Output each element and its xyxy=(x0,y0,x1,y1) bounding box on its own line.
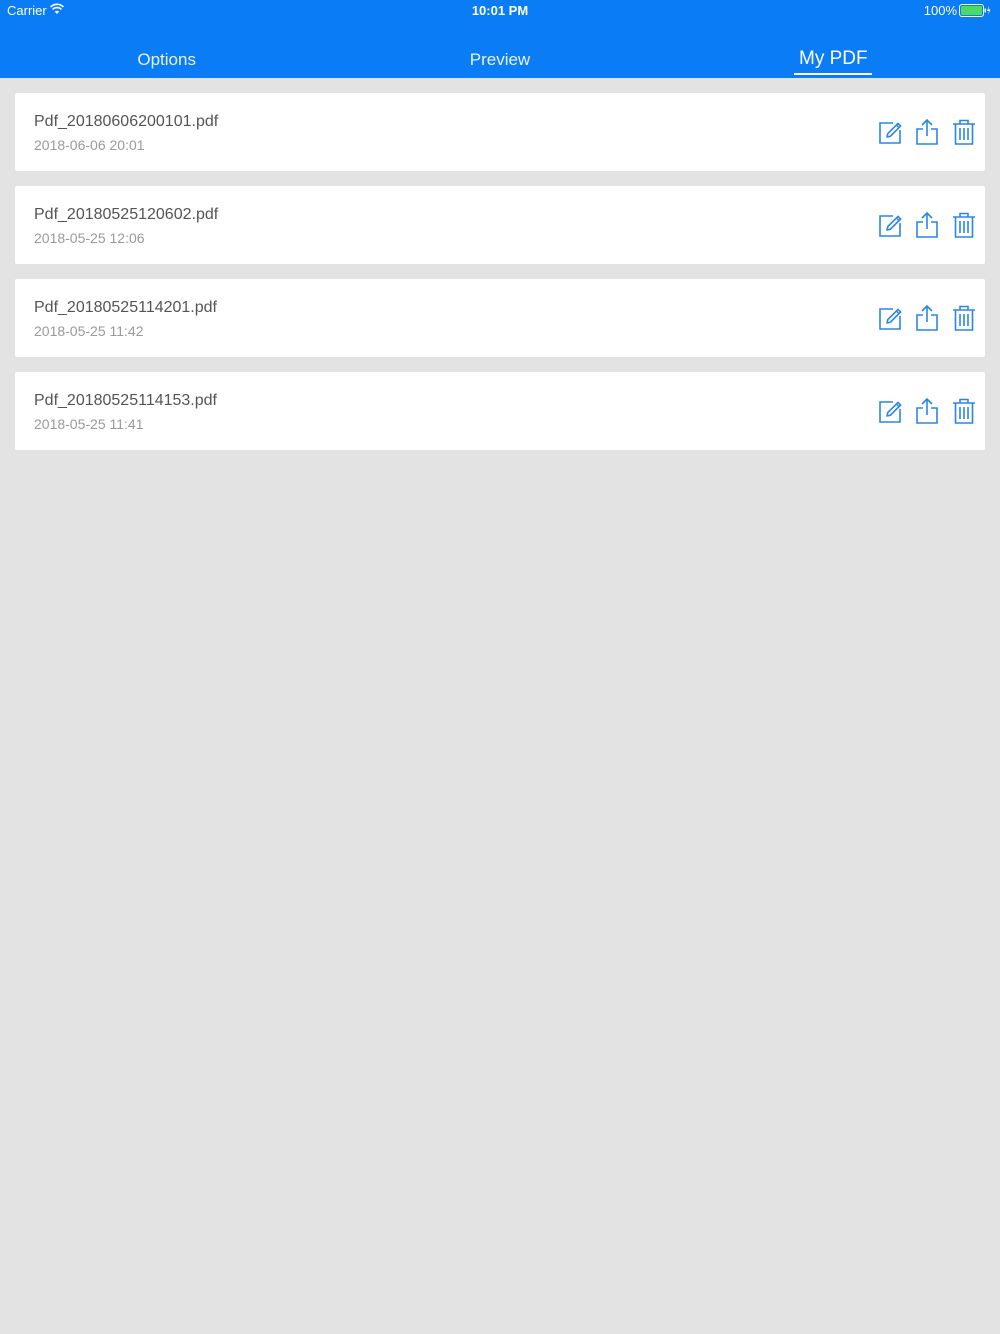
file-date: 2018-05-25 11:41 xyxy=(34,416,144,432)
file-actions xyxy=(877,303,977,333)
file-actions xyxy=(877,396,977,426)
edit-icon xyxy=(879,122,902,144)
edit-icon xyxy=(879,308,902,330)
edit-button[interactable] xyxy=(877,211,903,239)
tab-options-label: Options xyxy=(137,50,196,69)
file-name: Pdf_20180525114201.pdf xyxy=(34,299,217,316)
delete-button[interactable] xyxy=(951,397,977,425)
file-date: 2018-05-25 12:06 xyxy=(34,230,145,246)
tab-preview[interactable]: Preview xyxy=(333,38,666,78)
share-icon xyxy=(916,118,938,145)
status-bar: Carrier 10:01 PM 100% xyxy=(0,0,1000,22)
share-button[interactable] xyxy=(914,397,940,425)
edit-button[interactable] xyxy=(877,118,903,146)
top-bar: Carrier 10:01 PM 100% Options Preview My… xyxy=(0,0,1000,78)
file-card[interactable]: Pdf_20180525114201.pdf 2018-05-25 11:42 xyxy=(15,279,985,357)
delete-button[interactable] xyxy=(951,118,977,146)
edit-icon xyxy=(879,215,902,237)
tab-preview-label: Preview xyxy=(469,50,531,69)
edit-button[interactable] xyxy=(877,397,903,425)
edit-button[interactable] xyxy=(877,304,903,332)
share-button[interactable] xyxy=(914,211,940,239)
file-card[interactable]: Pdf_20180525114153.pdf 2018-05-25 11:41 xyxy=(15,372,985,450)
file-card[interactable]: Pdf_20180606200101.pdf 2018-06-06 20:01 xyxy=(15,93,985,171)
edit-icon xyxy=(879,401,902,423)
file-date: 2018-06-06 20:01 xyxy=(34,137,145,153)
file-actions xyxy=(877,210,977,240)
trash-icon xyxy=(953,212,975,238)
tab-options[interactable]: Options xyxy=(0,38,333,78)
share-icon xyxy=(916,397,938,424)
active-tab-indicator xyxy=(794,73,873,75)
share-button[interactable] xyxy=(914,304,940,332)
file-date: 2018-05-25 11:42 xyxy=(34,323,144,339)
file-name: Pdf_20180606200101.pdf xyxy=(34,113,219,130)
tab-bar: Options Preview My PDF xyxy=(0,38,1000,78)
delete-button[interactable] xyxy=(951,304,977,332)
clock: 10:01 PM xyxy=(471,3,529,18)
share-icon xyxy=(916,304,938,331)
tab-my-pdf[interactable]: My PDF xyxy=(667,38,1000,78)
file-card[interactable]: Pdf_20180525120602.pdf 2018-05-25 12:06 xyxy=(15,186,985,264)
battery-percent: 100% xyxy=(923,3,957,18)
file-name: Pdf_20180525114153.pdf xyxy=(34,392,217,409)
trash-icon xyxy=(953,119,975,145)
pdf-file-list: Pdf_20180606200101.pdf 2018-06-06 20:01 xyxy=(15,93,985,465)
tab-my-pdf-label: My PDF xyxy=(799,48,868,69)
file-name: Pdf_20180525120602.pdf xyxy=(34,206,219,223)
file-actions xyxy=(877,117,977,147)
battery-icon xyxy=(959,4,991,17)
delete-button[interactable] xyxy=(951,211,977,239)
share-button[interactable] xyxy=(914,118,940,146)
trash-icon xyxy=(953,398,975,424)
share-icon xyxy=(916,211,938,238)
trash-icon xyxy=(953,305,975,331)
